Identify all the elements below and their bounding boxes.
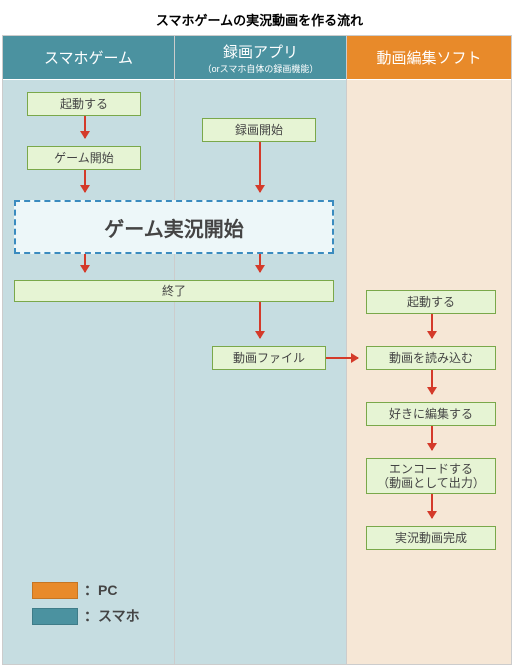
arrow-icon — [259, 142, 261, 192]
legend-label-pc: ：PC — [84, 580, 117, 600]
arrow-icon — [431, 494, 433, 518]
arrow-icon — [84, 170, 86, 192]
lane-recorder-sublabel: （orスマホ自体の録画機能） — [203, 62, 319, 75]
step-encode: エンコードする （動画として出力） — [366, 458, 496, 494]
step-edit: 好きに編集する — [366, 402, 496, 426]
arrow-icon — [259, 254, 261, 272]
lane-editor-header: 動画編集ソフト — [347, 36, 511, 80]
step-launch-editor: 起動する — [366, 290, 496, 314]
step-import: 動画を読み込む — [366, 346, 496, 370]
lane-editor-label: 動画編集ソフト — [376, 47, 481, 68]
lane-game-label: スマホゲーム — [44, 47, 133, 68]
diagram-title: スマホゲームの実況動画を作る流れ — [0, 0, 519, 35]
legend-row-sp: ：スマホ — [32, 606, 140, 626]
step-start-rec: 録画開始 — [202, 118, 316, 142]
step-end: 終了 — [14, 280, 334, 302]
legend-swatch-sp — [32, 608, 78, 625]
step-play-start: ゲーム実況開始 — [14, 200, 334, 254]
step-video-file: 動画ファイル — [212, 346, 326, 370]
legend-label-sp: ：スマホ — [84, 606, 140, 626]
step-done: 実況動画完成 — [366, 526, 496, 550]
lane-recorder-header: 録画アプリ （orスマホ自体の録画機能） — [175, 36, 346, 80]
lane-game-header: スマホゲーム — [3, 36, 174, 80]
step-encode-l2: （動画として出力） — [377, 476, 485, 490]
arrow-icon — [84, 116, 86, 138]
legend: ：PC ：スマホ — [32, 580, 140, 632]
arrow-icon — [431, 314, 433, 338]
arrow-icon — [84, 254, 86, 272]
step-launch-game: 起動する — [27, 92, 141, 116]
step-encode-l1: エンコードする — [389, 462, 473, 476]
arrow-icon — [431, 370, 433, 394]
arrow-icon — [431, 426, 433, 450]
arrow-icon — [326, 357, 358, 359]
step-start-game: ゲーム開始 — [27, 146, 141, 170]
legend-row-pc: ：PC — [32, 580, 140, 600]
legend-swatch-pc — [32, 582, 78, 599]
arrow-icon — [259, 302, 261, 338]
lane-recorder-label: 録画アプリ — [223, 41, 298, 62]
